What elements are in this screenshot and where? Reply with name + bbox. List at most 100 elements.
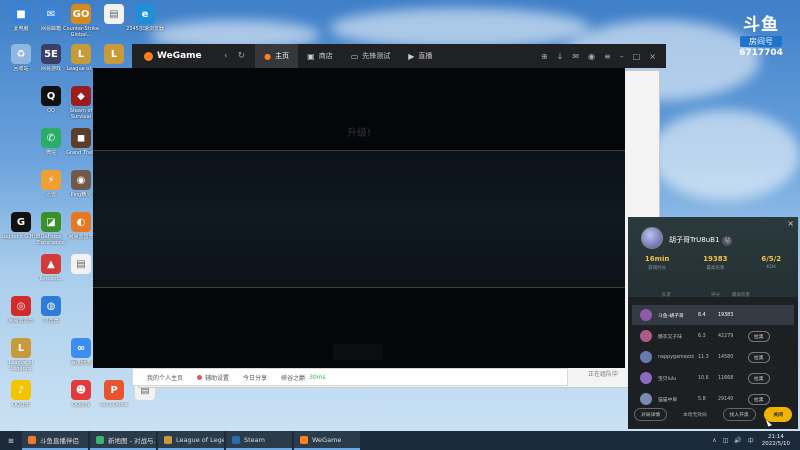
refresh-button[interactable]: ↻ <box>238 51 246 61</box>
teammate-avatar[interactable] <box>640 393 652 405</box>
teammate-name: 糖衣又子味 <box>658 334 682 340</box>
desktop-icon[interactable]: P WPS Office <box>97 380 131 408</box>
stat-item: 16min 游戏时长 <box>645 255 669 271</box>
desktop-icon-label: Tencent... <box>38 276 64 282</box>
test-icon: ▭ <box>350 51 359 61</box>
tab-test[interactable]: ▭ 先锋测试 <box>342 44 400 68</box>
desktop-icon[interactable]: L <box>97 44 131 66</box>
tab-home[interactable]: ● 主页 <box>255 44 299 68</box>
client-item-share[interactable]: 今日分享 <box>243 373 267 382</box>
match-details-button[interactable]: 对局详情 <box>634 408 668 421</box>
taskbar-item[interactable]: WeGame <box>294 431 360 450</box>
teammate-avatar[interactable] <box>640 372 652 384</box>
invalid-match-button[interactable]: 本场无效局 <box>676 408 714 421</box>
message-icon[interactable]: ✉ <box>572 52 579 61</box>
table-row[interactable]: 糖衣又子味 6.3 42279 拉黑 <box>632 326 794 346</box>
teammate-avatar[interactable] <box>640 309 652 321</box>
tray-icon[interactable]: 中 <box>748 436 754 445</box>
taskbar-item[interactable]: 斗鱼直播伴侣 <box>22 431 88 450</box>
desktop-icon[interactable]: ♪ QQ音乐 <box>4 380 38 408</box>
table-row[interactable]: 斗鱼-胡子哥 8.4 19383 <box>632 305 794 325</box>
home-icon: ● <box>264 51 272 61</box>
player-avatar[interactable] <box>641 227 663 249</box>
desktop-icon[interactable]: ☻ QQ游戏 <box>64 380 98 408</box>
taskbar-item[interactable]: 新地图 - 对战与... <box>90 431 156 450</box>
teammate-damage: 29140 <box>718 396 734 402</box>
panel-close-icon[interactable]: × <box>787 219 794 228</box>
app-icon: ◉ <box>71 170 91 190</box>
table-row[interactable]: 猫猫中单 5.8 29140 拉黑 <box>632 389 794 409</box>
taskbar-item-label: League of Legends <box>176 435 224 444</box>
client-item-profile[interactable]: 我的个人主页 <box>147 373 183 382</box>
taskbar-apps: 斗鱼直播伴侣 新地图 - 对战与... League of Legends Steam… <box>22 431 362 450</box>
taskbar-item[interactable]: Steam <box>226 431 292 450</box>
desktop-icon[interactable]: L League of Legends <box>4 338 38 372</box>
table-row[interactable]: happygamezzz 11.3 14580 拉黑 <box>632 347 794 367</box>
teammate-score: 6.3 <box>698 333 706 339</box>
tab-store[interactable]: ▣ 商店 <box>298 44 342 68</box>
panel-stats: 16min 游戏时长 19383 最高伤害 6/5/2 KDA <box>628 255 798 271</box>
block-button[interactable]: 拉黑 <box>748 330 770 342</box>
desktop-icon[interactable]: e 2345加速浏览器 <box>126 4 164 32</box>
tray-icon[interactable]: ◫ <box>723 437 729 444</box>
table-row[interactable]: 宝贝lulu 10.6 11668 拉黑 <box>632 368 794 388</box>
wegame-titlebar[interactable]: WeGame ‹ ↻ ● 主页 ▣ 商店 ▭ 先锋测试 ▶ 直播 ⊕ ↓ ✉ ◉ ≡ – □ … <box>132 44 666 68</box>
download-icon[interactable]: ↓ <box>557 52 564 61</box>
taskbar-item-label: WeGame <box>312 435 342 444</box>
desktop-icon[interactable]: ▲ Tencent... <box>34 254 68 282</box>
tray-icon[interactable]: 🔊 <box>734 437 741 444</box>
client-item-peak[interactable]: 峡谷之巅 30ms <box>281 373 326 382</box>
minimize-icon[interactable]: – <box>620 52 624 61</box>
wegame-brand-label: WeGame <box>157 51 202 61</box>
app-icon: ◼ <box>71 128 91 148</box>
taskbar-app-icon <box>300 435 308 444</box>
app-icon: ◎ <box>11 296 31 316</box>
stat-value: 16min <box>644 255 670 263</box>
block-button[interactable]: 拉黑 <box>748 351 770 363</box>
avatar[interactable]: ◉ <box>588 52 595 61</box>
block-button[interactable]: 拉黑 <box>748 372 770 384</box>
tab-live[interactable]: ▶ 直播 <box>399 44 441 68</box>
clock[interactable]: 21:14 2022/5/10 <box>762 434 790 448</box>
table-header: 队友 评分 最高伤害 <box>628 292 798 298</box>
app-icon: ✆ <box>41 128 61 148</box>
app-icon: ◪ <box>41 212 61 232</box>
desktop-icon[interactable]: ▤ <box>97 4 131 26</box>
rank-badge-icon: 钻 <box>722 236 733 246</box>
app-icon: ■ <box>11 4 31 24</box>
teammate-avatar[interactable] <box>640 351 652 363</box>
app-icon: ☻ <box>71 380 91 400</box>
maximize-icon[interactable]: □ <box>633 52 641 61</box>
find-team-button[interactable]: 找人开黑 <box>722 408 756 421</box>
client-item-settings[interactable]: 辅助设置 <box>197 373 229 382</box>
back-button[interactable]: ‹ <box>224 51 228 61</box>
game-window[interactable]: 升级! <box>93 68 625 368</box>
desktop-icon[interactable]: ◪ GeForce Experience <box>34 212 68 246</box>
tray-icon[interactable]: ∧ <box>712 437 716 444</box>
menu-icon[interactable]: ≡ <box>604 52 611 61</box>
wegame-tabs: ● 主页 ▣ 商店 ▭ 先锋测试 ▶ 直播 <box>255 44 441 68</box>
tab-label: 商店 <box>318 52 333 60</box>
match-result-panel: × 胡子哥TrU8uB1 钻 16min 游戏时长 19383 最高伤害 6/5/2 KDA… <box>628 217 798 429</box>
teammate-avatar[interactable] <box>640 330 652 342</box>
close-icon[interactable]: × <box>649 52 656 61</box>
room-number: 6717704 <box>739 48 783 58</box>
app-icon: ✉ <box>41 4 61 24</box>
wegame-brand[interactable]: WeGame <box>144 51 224 61</box>
wegame-logo-icon <box>144 51 153 61</box>
start-button[interactable]: ⊞ <box>0 431 22 450</box>
block-button[interactable]: 拉黑 <box>748 393 770 405</box>
tab-label: 主页 <box>275 52 290 60</box>
teammate-name: 斗鱼-胡子哥 <box>658 313 684 319</box>
teammate-score: 5.8 <box>698 396 706 402</box>
taskbar-item[interactable]: League of Legends <box>158 431 224 450</box>
desktop-icon[interactable]: GO Counter-Strike Global... <box>63 4 99 38</box>
desktop-icon-label: 浏览器 <box>43 318 59 324</box>
app-icon: GO <box>71 4 91 24</box>
app-icon: Q <box>41 86 61 106</box>
app-icon: 5E <box>41 44 61 64</box>
live-icon: ▶ <box>408 51 415 61</box>
gift-icon[interactable]: ⊕ <box>541 52 548 61</box>
desktop-icon[interactable]: ◍ 浏览器 <box>34 296 68 324</box>
column-damage: 最高伤害 <box>732 293 750 298</box>
